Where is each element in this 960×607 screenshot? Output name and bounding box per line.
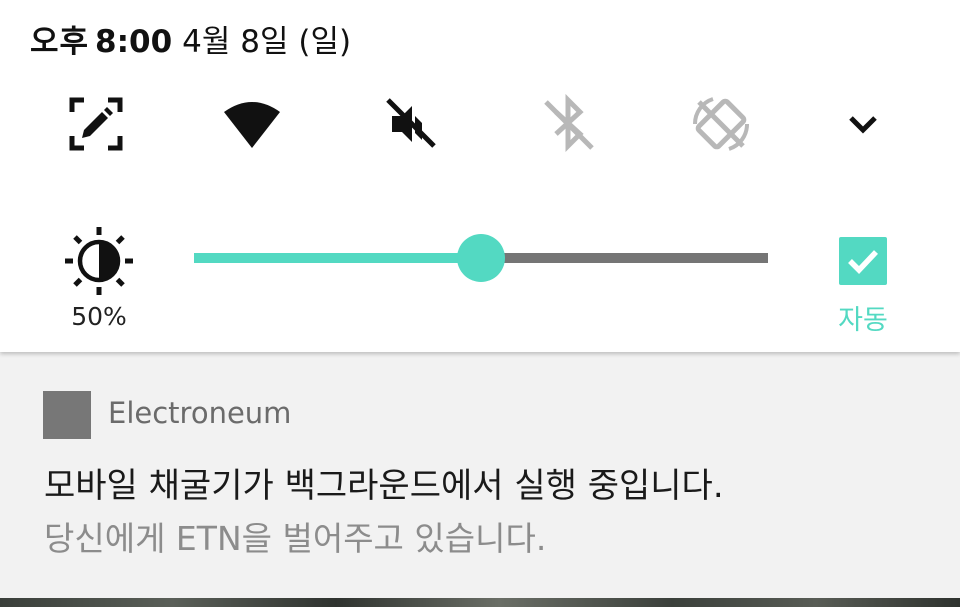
notification-title: 모바일 채굴기가 백그라운드에서 실행 중입니다. [44, 466, 724, 506]
status-bar-datetime: 오후 8:00 4월 8일 (일) [30, 16, 351, 61]
screen-capture-icon [69, 97, 123, 151]
bluetooth-off-icon [544, 94, 594, 153]
wifi-icon [224, 102, 280, 148]
quick-settings-panel: 오후 8:00 4월 8일 (일) 50% 자동 [0, 0, 960, 352]
screen-capture-tile[interactable] [66, 94, 126, 154]
brightness-icon [64, 226, 134, 296]
notification-card[interactable]: Electroneum 모바일 채굴기가 백그라운드에서 실행 중입니다. 당신… [0, 352, 960, 598]
bluetooth-tile[interactable] [538, 94, 598, 154]
chevron-down-icon [849, 116, 877, 134]
status-date: 4월 8일 (일) [182, 24, 352, 60]
auto-rotate-tile[interactable] [691, 94, 751, 154]
brightness-slider-thumb[interactable] [457, 234, 505, 282]
wallpaper-strip [0, 598, 960, 607]
notification-text: 당신에게 ETN을 벌어주고 있습니다. [44, 519, 547, 558]
auto-brightness-label[interactable]: 자동 [823, 298, 903, 337]
checkmark-icon [839, 237, 887, 285]
brightness-slider-fill [194, 253, 481, 263]
auto-rotate-off-icon [692, 97, 750, 151]
notification-app-name: Electroneum [108, 396, 292, 430]
sound-tile[interactable] [382, 94, 442, 154]
app-icon [43, 391, 91, 439]
brightness-percent: 50% [71, 302, 127, 331]
auto-brightness-checkbox[interactable] [839, 237, 887, 285]
status-clock: 8:00 [95, 24, 173, 60]
wifi-tile[interactable] [222, 94, 282, 154]
expand-button[interactable] [833, 94, 893, 154]
brightness-slider[interactable] [194, 234, 768, 282]
status-ampm: 오후 [30, 24, 90, 60]
sound-muted-icon [386, 98, 436, 148]
